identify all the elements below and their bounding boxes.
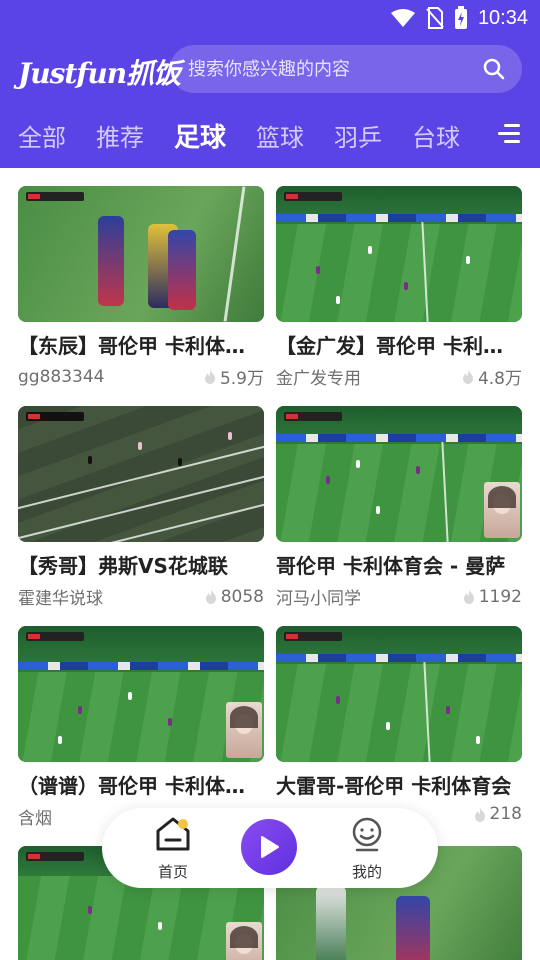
app-logo: Justfun抓饭	[18, 57, 181, 90]
video-thumbnail[interactable]	[18, 406, 264, 542]
video-title[interactable]: 【东辰】哥伦甲 卡利体育会 - 曼	[18, 332, 264, 360]
view-count: 5.9万	[204, 364, 264, 389]
video-thumbnail[interactable]	[276, 626, 522, 762]
tab-basketball[interactable]: 篮球	[256, 118, 304, 153]
flame-icon	[205, 589, 216, 604]
video-author[interactable]: 金广发专用	[276, 364, 361, 389]
home-icon	[156, 817, 190, 851]
view-count: 218	[474, 804, 522, 824]
video-card[interactable]: 【金广发】哥伦甲 卡利体育会 金广发专用 4.8万	[276, 186, 522, 389]
app-screen: 10:34 Justfun抓饭 全部 推荐 足球 篮球 羽乒 台球	[0, 0, 540, 960]
video-author[interactable]: 霍建华说球	[18, 584, 103, 609]
view-count: 1192	[463, 587, 522, 607]
video-card[interactable]: 【秀哥】弗斯VS花城联 霍建华说球 8058	[18, 406, 264, 609]
video-card[interactable]: （谱谱）哥伦甲 卡利体育会 含烟	[18, 626, 264, 829]
menu-icon[interactable]	[498, 124, 520, 144]
flame-icon	[204, 369, 215, 384]
nav-mine[interactable]: 我的	[332, 816, 402, 882]
video-title[interactable]: 哥伦甲 卡利体育会 - 曼萨	[276, 552, 522, 580]
streamer-cam	[226, 702, 262, 758]
view-count-text: 5.9万	[219, 369, 264, 389]
battery-charging-icon	[454, 6, 467, 29]
nav-mine-label: 我的	[351, 863, 382, 881]
video-title[interactable]: （谱谱）哥伦甲 卡利体育会	[18, 772, 264, 800]
video-card[interactable]: 大雷哥-哥伦甲 卡利体育会 218	[276, 626, 522, 824]
video-thumbnail[interactable]	[276, 186, 522, 322]
status-bar: 10:34	[0, 0, 540, 36]
play-icon	[261, 836, 279, 858]
video-author[interactable]: gg883344	[18, 367, 104, 387]
view-count: 4.8万	[462, 364, 522, 389]
video-title[interactable]: 【秀哥】弗斯VS花城联	[18, 552, 264, 580]
nav-home[interactable]: 首页	[138, 816, 208, 882]
tab-billiards[interactable]: 台球	[412, 118, 460, 153]
video-card[interactable]: 【东辰】哥伦甲 卡利体育会 - 曼 gg883344 5.9万	[18, 186, 264, 389]
view-count-text: 1192	[478, 586, 522, 607]
user-icon	[352, 817, 382, 852]
header: 10:34 Justfun抓饭 全部 推荐 足球 篮球 羽乒 台球	[0, 0, 540, 168]
status-icons: 10:34	[390, 6, 528, 30]
wifi-icon	[390, 9, 415, 27]
no-sim-icon	[426, 7, 444, 29]
video-title[interactable]: 大雷哥-哥伦甲 卡利体育会	[276, 772, 522, 800]
flame-icon	[474, 806, 485, 822]
tab-recommended[interactable]: 推荐	[96, 118, 144, 153]
view-count-text: 218	[489, 804, 522, 824]
search-bar[interactable]	[170, 45, 522, 93]
flame-icon	[462, 369, 473, 384]
video-card[interactable]: 哥伦甲 卡利体育会 - 曼萨 河马小同学 1192	[276, 406, 522, 609]
video-thumbnail[interactable]	[18, 186, 264, 322]
play-button[interactable]	[241, 819, 297, 875]
tab-all[interactable]: 全部	[18, 118, 66, 153]
search-input[interactable]	[188, 58, 468, 80]
video-author[interactable]: 含烟	[18, 804, 52, 829]
video-thumbnail[interactable]	[276, 406, 522, 542]
streamer-cam	[226, 922, 262, 960]
tab-badminton-pingpong[interactable]: 羽乒	[334, 118, 382, 153]
search-icon[interactable]	[482, 57, 506, 81]
view-count-text: 8058	[220, 586, 264, 607]
bottom-nav: 首页 我的	[102, 808, 438, 888]
video-title[interactable]: 【金广发】哥伦甲 卡利体育会	[276, 332, 522, 360]
view-count: 8058	[205, 587, 264, 607]
view-count-text: 4.8万	[477, 369, 522, 389]
video-author[interactable]: 河马小同学	[276, 584, 361, 609]
category-tabs: 全部 推荐 足球 篮球 羽乒 台球	[0, 112, 540, 158]
status-time: 10:34	[477, 6, 528, 29]
nav-home-label: 首页	[157, 863, 188, 881]
tab-football[interactable]: 足球	[174, 117, 226, 154]
flame-icon	[463, 589, 474, 604]
streamer-cam	[484, 482, 520, 538]
video-thumbnail[interactable]	[18, 626, 264, 762]
